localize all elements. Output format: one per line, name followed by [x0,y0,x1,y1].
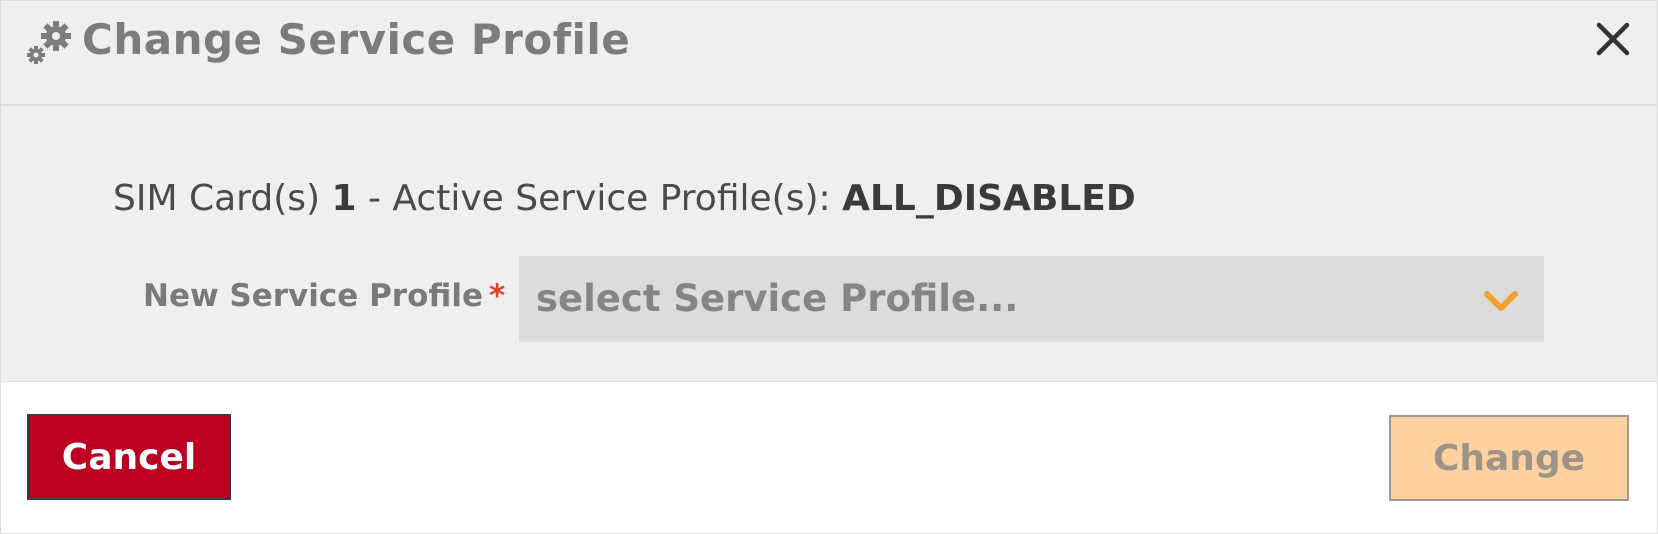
dialog-body: SIM Card(s) 1 - Active Service Profile(s… [1,106,1657,382]
new-service-profile-label: New Service Profile * [143,278,505,314]
dialog-footer: Cancel Change [1,382,1657,533]
sim-summary: SIM Card(s) 1 - Active Service Profile(s… [113,178,1136,219]
summary-middle: - Active Service Profile(s): [356,178,843,219]
sim-count: 1 [331,178,357,219]
cancel-button[interactable]: Cancel [27,414,231,500]
summary-prefix: SIM Card(s) [113,178,332,219]
chevron-down-icon [1484,291,1518,311]
active-profile-value: ALL_DISABLED [842,178,1136,219]
service-profile-select-placeholder: select Service Profile... [536,277,1019,320]
change-service-profile-dialog: Change Service Profile SIM Card(s) 1 - A… [0,0,1658,534]
change-button[interactable]: Change [1389,415,1629,501]
close-icon[interactable] [1595,21,1631,57]
gears-icon [27,21,71,64]
required-marker: * [489,278,506,314]
new-service-profile-label-text: New Service Profile [143,278,484,314]
service-profile-select[interactable]: select Service Profile... [519,256,1544,342]
dialog-header: Change Service Profile [1,1,1657,106]
dialog-title: Change Service Profile [82,15,631,64]
